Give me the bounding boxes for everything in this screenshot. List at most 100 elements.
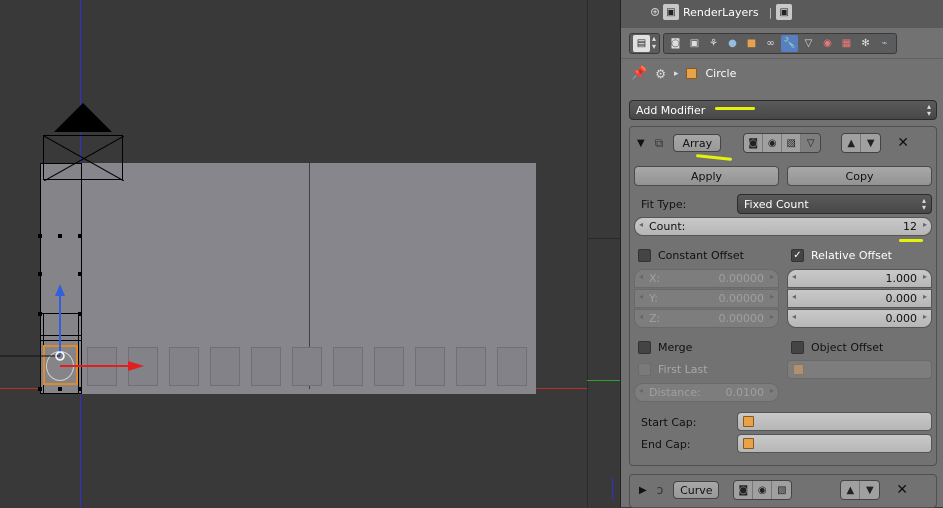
editor-type-selector[interactable]: ▤ ▴ ▾: [629, 32, 661, 54]
offset-object-field[interactable]: [787, 360, 932, 379]
decrement-arrow-icon[interactable]: ◂: [792, 292, 796, 301]
fit-type-dropdown[interactable]: Fixed Count ▴ ▾: [737, 194, 932, 214]
move-down-icon[interactable]: ▼: [860, 481, 880, 499]
outliner-strip: + ▣ RenderLayers | ▣: [621, 0, 943, 28]
increment-arrow-icon: ▸: [769, 292, 774, 301]
render-layers-label[interactable]: RenderLayers: [683, 6, 759, 19]
close-icon[interactable]: ✕: [896, 482, 908, 498]
expand-triangle-icon[interactable]: ▶: [639, 485, 647, 496]
relative-offset-checkbox[interactable]: ✓ Relative Offset: [791, 249, 892, 262]
increment-arrow-icon[interactable]: ▸: [923, 292, 927, 301]
modifier-visibility-toggles: ◙ ◉ ▧: [733, 480, 793, 500]
merge-checkbox[interactable]: Merge: [638, 341, 692, 354]
tab-material[interactable]: ◉: [819, 35, 836, 52]
context-tabs: ▤ ▴ ▾ ◙ ▣ ⚘ ● ■ ∞ 🔧 ▽ ◉ ▦ ✻ ⌁: [629, 32, 898, 54]
array-tile: [292, 347, 322, 386]
collapse-triangle-icon[interactable]: ▼: [637, 138, 645, 149]
first-last-checkbox[interactable]: First Last: [638, 363, 708, 376]
constant-offset-x-field[interactable]: ◂ X: 0.00000 ▸: [634, 269, 779, 288]
relative-offset-y-field[interactable]: ◂ 0.000 ▸: [787, 289, 932, 308]
array-modifier-header: ▼ ⧉ Array ◙ ◉ ▧ ▽ ▲ ▼ ✕: [637, 133, 909, 153]
count-label: Count:: [649, 220, 686, 233]
pin-icon[interactable]: 📌: [631, 66, 647, 81]
expand-toggle-icon[interactable]: +: [651, 8, 659, 16]
copy-button[interactable]: Copy: [787, 166, 932, 186]
decrement-arrow-icon[interactable]: ◂: [792, 272, 796, 281]
render-layer-visibility-icon[interactable]: ▣: [776, 4, 793, 20]
object-offset-checkbox[interactable]: Object Offset: [791, 341, 883, 354]
constant-offset-checkbox[interactable]: Constant Offset: [638, 249, 744, 262]
increment-arrow-icon[interactable]: ▸: [923, 272, 927, 281]
array-tile: [497, 347, 527, 386]
relative-offset-x-field[interactable]: ◂ 1.000 ▸: [787, 269, 932, 288]
editmode-icon[interactable]: ▧: [772, 481, 792, 499]
editmode-icon[interactable]: ▧: [782, 134, 802, 152]
tab-constraints[interactable]: ∞: [762, 35, 779, 52]
transform-manipulator[interactable]: [0, 280, 150, 380]
header-divider: [621, 58, 943, 59]
move-up-icon[interactable]: ▲: [841, 481, 861, 499]
increment-arrow-icon[interactable]: ▸: [923, 220, 927, 229]
viewport-eye-icon[interactable]: ◉: [763, 134, 783, 152]
start-cap-field[interactable]: [737, 412, 932, 431]
3d-viewport[interactable]: [0, 0, 620, 507]
increment-arrow-icon: ▸: [769, 312, 774, 321]
close-icon[interactable]: ✕: [897, 135, 909, 151]
modifier-visibility-toggles: ◙ ◉ ▧ ▽: [743, 133, 822, 153]
add-modifier-dropdown[interactable]: Add Modifier ▴ ▾: [629, 100, 937, 120]
object-cube-icon: [793, 364, 804, 375]
array-modifier-name[interactable]: Array: [673, 134, 722, 152]
move-down-icon[interactable]: ▼: [861, 134, 881, 152]
tab-render[interactable]: ◙: [667, 35, 684, 52]
array-tile: [333, 347, 363, 386]
merge-distance-field[interactable]: ◂ Distance: 0.0100 ▸: [634, 383, 779, 402]
start-cap-label: Start Cap:: [641, 416, 697, 429]
decrement-arrow-icon: ◂: [639, 386, 644, 395]
chevron-updown-icon: ▴ ▾: [921, 196, 926, 212]
tab-modifiers[interactable]: 🔧: [781, 34, 799, 52]
tab-physics[interactable]: ⌁: [876, 35, 893, 52]
object-cube-icon: [743, 438, 754, 449]
tab-world[interactable]: ●: [724, 35, 741, 52]
camera-frame[interactable]: [43, 135, 124, 181]
editor-type-icon[interactable]: ▤: [633, 34, 650, 52]
count-value: 12: [903, 220, 917, 233]
modifier-move-buttons: ▲ ▼: [840, 480, 881, 500]
move-up-icon[interactable]: ▲: [842, 134, 862, 152]
constant-offset-z-field[interactable]: ◂ Z: 0.00000 ▸: [634, 309, 779, 328]
apply-button[interactable]: Apply: [634, 166, 779, 186]
tab-object[interactable]: ■: [743, 35, 760, 52]
count-field[interactable]: ◂ Count: 12 ▸: [634, 217, 932, 236]
viewport-eye-icon[interactable]: ◉: [753, 481, 773, 499]
array-modifier-icon: ⧉: [654, 135, 664, 150]
cage-triangle-icon[interactable]: ▽: [801, 134, 821, 152]
render-camera-icon[interactable]: ◙: [744, 134, 764, 152]
decrement-arrow-icon[interactable]: ◂: [639, 220, 643, 229]
increment-arrow-icon[interactable]: ▸: [923, 312, 927, 321]
array-tile: [169, 347, 199, 386]
increment-arrow-icon: ▸: [769, 272, 774, 281]
tab-texture[interactable]: ▦: [838, 35, 855, 52]
tab-data[interactable]: ▽: [800, 35, 817, 52]
decrement-arrow-icon: ◂: [639, 292, 644, 301]
curve-modifier-name[interactable]: Curve: [673, 481, 720, 499]
chevron-updown-icon: ▴ ▾: [926, 102, 931, 118]
modifier-move-buttons: ▲ ▼: [841, 133, 882, 153]
chevron-updown-icon: ▴ ▾: [652, 33, 657, 51]
tab-scene[interactable]: ⚘: [705, 35, 722, 52]
camera-triangle-icon: [54, 103, 112, 132]
z-axis-line: [612, 478, 613, 500]
render-camera-icon[interactable]: ◙: [734, 481, 754, 499]
tab-particles[interactable]: ✻: [857, 35, 874, 52]
end-cap-label: End Cap:: [641, 438, 691, 451]
constant-offset-y-field[interactable]: ◂ Y: 0.00000 ▸: [634, 289, 779, 308]
checkbox-box: [638, 249, 651, 262]
object-cube-icon: [743, 416, 754, 427]
decrement-arrow-icon: ◂: [639, 312, 644, 321]
end-cap-field[interactable]: [737, 434, 932, 453]
checkbox-box: [791, 341, 804, 354]
scene-icon: ⚙: [655, 66, 666, 81]
tab-render-layers[interactable]: ▣: [686, 35, 703, 52]
relative-offset-z-field[interactable]: ◂ 0.000 ▸: [787, 309, 932, 328]
decrement-arrow-icon[interactable]: ◂: [792, 312, 796, 321]
